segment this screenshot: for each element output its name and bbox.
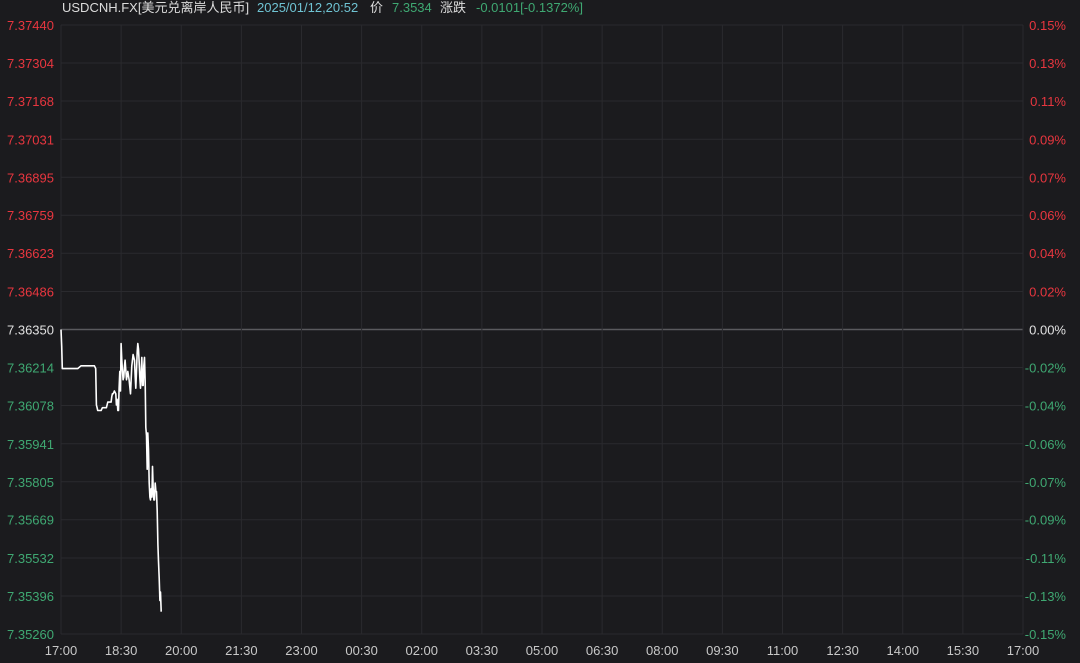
- percent-tick-label: 0.15%: [1029, 18, 1066, 33]
- price-tick-label: 7.36895: [7, 170, 54, 185]
- percent-tick-label: 0.02%: [1029, 285, 1066, 300]
- price-tick-label: 7.37168: [7, 94, 54, 109]
- time-tick-label: 20:00: [165, 643, 198, 658]
- price-tick-label: 7.36759: [7, 208, 54, 223]
- time-tick-label: 00:30: [345, 643, 378, 658]
- time-tick-label: 02:00: [405, 643, 438, 658]
- percent-tick-label: -0.02%: [1025, 360, 1067, 375]
- time-axis: 17:00 18:30 20:00 21:30 23:00 00:30 02:00 03:30…: [45, 643, 1040, 658]
- price-tick-label: 7.37304: [7, 56, 54, 71]
- price-series: [60, 329, 162, 612]
- price-tick-label: 7.36623: [7, 246, 54, 261]
- percent-tick-label: 0.13%: [1029, 56, 1066, 71]
- price-tick-label: 7.35669: [7, 513, 54, 528]
- percent-tick-label: -0.06%: [1025, 437, 1067, 452]
- price-tick-label: 7.35805: [7, 475, 54, 490]
- price-tick-label: 7.36486: [7, 285, 54, 300]
- price-tick-label: 7.37031: [7, 132, 54, 147]
- percent-tick-label: 0.09%: [1029, 132, 1066, 147]
- percent-tick-label: -0.13%: [1025, 589, 1067, 604]
- price-tick-label: 7.36078: [7, 398, 54, 413]
- price-tick-label: 7.35396: [7, 589, 54, 604]
- percent-tick-label: 0.04%: [1029, 246, 1066, 261]
- time-tick-label: 23:00: [285, 643, 318, 658]
- percent-tick-label: -0.04%: [1025, 398, 1067, 413]
- price-tick-label: 7.35260: [7, 627, 54, 642]
- percent-tick-label: 0.11%: [1030, 94, 1066, 109]
- grid-lines: [60, 24, 1024, 635]
- percent-tick-label: -0.11%: [1026, 551, 1067, 566]
- price-tick-label: 7.37440: [7, 18, 54, 33]
- time-tick-label: 06:30: [586, 643, 619, 658]
- percent-axis: 0.15% 0.13% 0.11% 0.09% 0.07% 0.06% 0.04% 0.02%…: [1025, 18, 1067, 642]
- time-tick-label: 17:00: [45, 643, 78, 658]
- price-tick-label: 7.36350: [7, 323, 54, 338]
- time-tick-label: 21:30: [225, 643, 258, 658]
- price-axis: 7.37440 7.37304 7.37168 7.37031 7.36895 7.367…: [7, 18, 54, 642]
- percent-tick-label: -0.15%: [1025, 627, 1067, 642]
- percent-tick-label: 0.00%: [1029, 323, 1066, 338]
- percent-tick-label: -0.09%: [1025, 513, 1067, 528]
- price-tick-label: 7.36214: [7, 360, 54, 375]
- price-line: [60, 329, 162, 612]
- time-tick-label: 18:30: [105, 643, 138, 658]
- time-tick-label: 08:00: [646, 643, 679, 658]
- time-tick-label: 14:00: [886, 643, 919, 658]
- price-chart: 7.37440 7.37304 7.37168 7.37031 7.36895 7.367…: [7, 18, 1067, 658]
- percent-tick-label: -0.07%: [1025, 475, 1067, 490]
- time-tick-label: 12:30: [826, 643, 859, 658]
- percent-tick-label: 0.07%: [1029, 170, 1066, 185]
- time-tick-label: 03:30: [466, 643, 499, 658]
- price-tick-label: 7.35941: [7, 437, 54, 452]
- price-tick-label: 7.35532: [7, 551, 54, 566]
- time-tick-label: 17:00: [1007, 643, 1040, 658]
- time-tick-label: 05:00: [526, 643, 559, 658]
- time-tick-label: 11:00: [767, 643, 799, 658]
- time-tick-label: 15:30: [947, 643, 980, 658]
- time-tick-label: 09:30: [706, 643, 739, 658]
- percent-tick-label: 0.06%: [1029, 208, 1066, 223]
